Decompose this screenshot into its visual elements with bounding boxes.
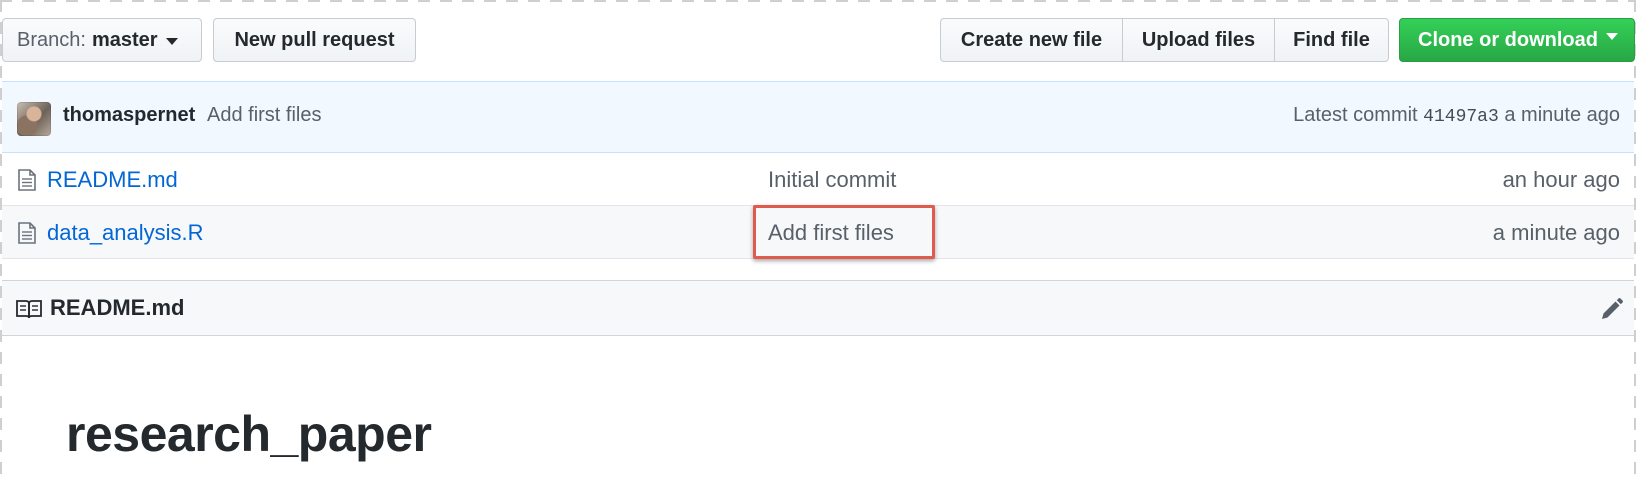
branch-select-button[interactable]: Branch: master	[2, 18, 202, 62]
file-age: a minute ago	[1492, 220, 1620, 245]
book-icon	[16, 300, 42, 319]
branch-prefix-label: Branch:	[17, 28, 86, 51]
upload-files-button[interactable]: Upload files	[1123, 18, 1275, 62]
readme-filename: README.md	[50, 295, 185, 320]
readme-heading: research_paper	[66, 406, 432, 462]
file-icon	[18, 169, 36, 191]
chevron-down-icon	[165, 37, 178, 45]
file-commit-message-link[interactable]: Initial commit	[768, 167, 896, 193]
file-row: README.md Initial commit an hour ago	[2, 153, 1634, 206]
commit-message-link[interactable]: Add first files	[207, 104, 321, 127]
commit-author-link[interactable]: thomaspernet	[63, 104, 195, 127]
file-actions-group: Create new file Upload files Find file	[940, 18, 1389, 62]
file-name-link[interactable]: README.md	[47, 167, 178, 193]
commit-age: a minute ago	[1504, 104, 1620, 126]
readme-header: README.md	[2, 280, 1634, 336]
avatar[interactable]	[17, 102, 51, 136]
find-file-button[interactable]: Find file	[1275, 18, 1389, 62]
branch-name: master	[91, 28, 158, 51]
chevron-down-icon	[1606, 32, 1618, 40]
file-name-link[interactable]: data_analysis.R	[47, 220, 204, 246]
repository-file-browser: Branch: master New pull request Create n…	[0, 0, 1636, 478]
create-new-file-button[interactable]: Create new file	[940, 18, 1123, 62]
screenshot-edge-top	[0, 0, 1636, 2]
latest-commit-label: Latest commit	[1293, 104, 1418, 126]
file-icon	[18, 222, 36, 244]
annotation-highlight-box	[753, 205, 935, 259]
pencil-icon[interactable]	[1598, 297, 1624, 323]
new-pull-request-button[interactable]: New pull request	[213, 18, 416, 62]
latest-commit-bar: thomaspernet Add first files Latest comm…	[2, 81, 1634, 153]
commit-sha-link[interactable]: 41497a3	[1423, 107, 1499, 127]
file-age: an hour ago	[1502, 167, 1620, 192]
latest-commit-info: Latest commit 41497a3 a minute ago	[1293, 104, 1620, 127]
clone-or-download-label: Clone or download	[1418, 28, 1598, 51]
clone-or-download-button[interactable]: Clone or download	[1399, 18, 1635, 62]
